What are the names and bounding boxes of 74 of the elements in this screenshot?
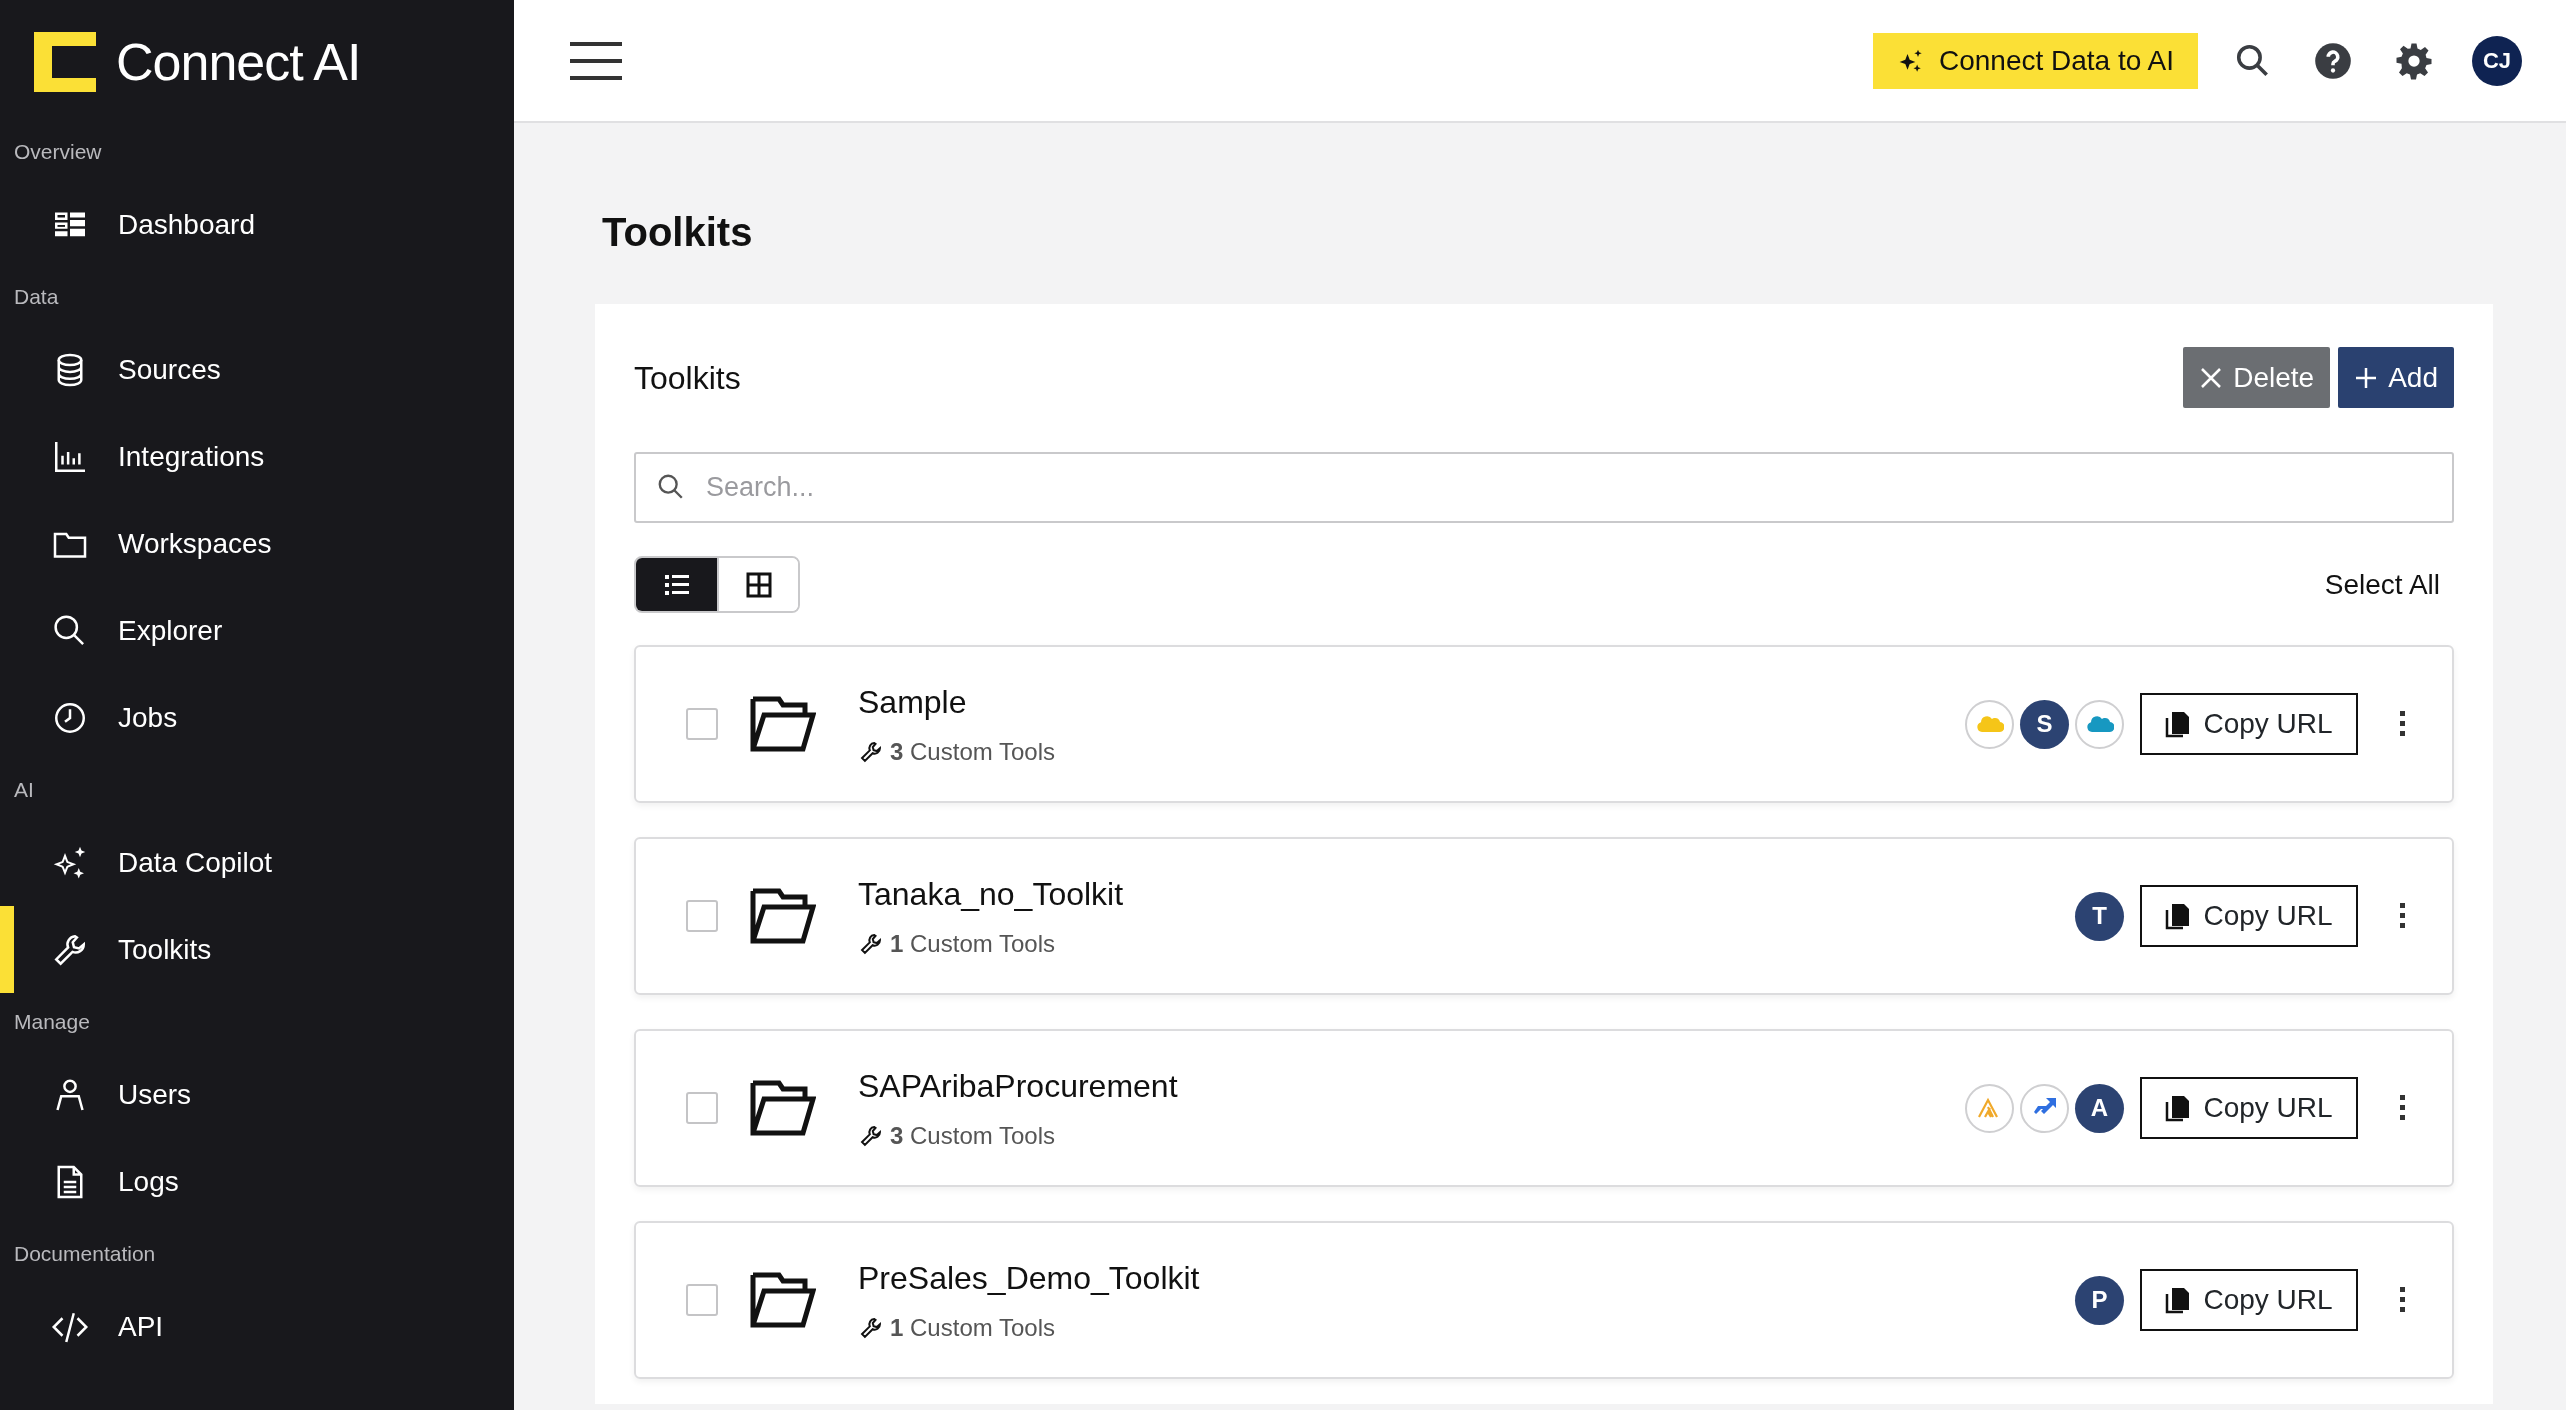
toolkit-name: Tanaka_no_Toolkit xyxy=(858,875,1124,914)
more-icon xyxy=(2399,1093,2407,1123)
section-label: Documentation xyxy=(13,1241,157,1267)
source-avatar: S xyxy=(2020,699,2069,749)
sidebar-item[interactable]: Jobs xyxy=(0,674,514,761)
toolkit-name: PreSales_Demo_Toolkit xyxy=(858,1259,1200,1298)
copy-icon xyxy=(2165,710,2192,738)
source-avatar: P xyxy=(2075,1275,2124,1325)
copy-icon xyxy=(2165,902,2192,930)
section-label: Data xyxy=(13,284,60,310)
connect-data-button[interactable]: Connect Data to AI xyxy=(1872,32,2198,89)
sidebar-item[interactable]: Integrations xyxy=(0,413,514,500)
help-icon xyxy=(2314,41,2352,80)
help-button[interactable] xyxy=(2314,41,2352,80)
copy-url-button[interactable]: Copy URL xyxy=(2140,693,2358,755)
folder-icon xyxy=(750,1080,816,1136)
sidebar-item[interactable]: Dashboard xyxy=(0,181,514,268)
sidebar-item[interactable]: API xyxy=(0,1283,514,1370)
folder-icon xyxy=(750,696,816,752)
checkbox[interactable] xyxy=(686,1092,718,1124)
page-title: Toolkits xyxy=(601,209,754,256)
brand-name: Connect AI xyxy=(116,31,361,93)
cloud-logo xyxy=(1965,699,2014,749)
copy-url-button[interactable]: Copy URL xyxy=(2140,885,2358,947)
source-avatar: A xyxy=(2075,1083,2124,1133)
panel-title: Toolkits xyxy=(634,358,741,398)
wrench-icon xyxy=(858,1315,884,1341)
toolkit-name: SAPAribaProcurement xyxy=(858,1067,1178,1106)
copy-icon xyxy=(2165,1094,2192,1122)
menu-icon xyxy=(570,40,622,81)
sidebar-item[interactable]: Sources xyxy=(0,326,514,413)
cloud-logo xyxy=(2075,699,2124,749)
more-icon xyxy=(2399,901,2407,931)
user-avatar[interactable]: CJ xyxy=(2472,35,2522,86)
checkbox[interactable] xyxy=(686,1284,718,1316)
source-avatar: T xyxy=(2075,891,2124,941)
chevrons-logo xyxy=(1965,1083,2014,1133)
view-toggle[interactable] xyxy=(636,558,717,611)
tool-count: 1 Custom Tools xyxy=(890,1313,1055,1343)
folder-icon xyxy=(750,888,816,944)
more-icon xyxy=(2399,1285,2407,1315)
wrench-icon xyxy=(858,739,884,765)
wrench-icon xyxy=(858,931,884,957)
sidebar-item[interactable]: Data Copilot xyxy=(0,819,514,906)
copy-url-button[interactable]: Copy URL xyxy=(2140,1269,2358,1331)
toolkit-name: Sample xyxy=(858,683,968,722)
sidebar-item[interactable]: Logs xyxy=(0,1138,514,1225)
copy-url-button[interactable]: Copy URL xyxy=(2140,1077,2358,1139)
grid-icon xyxy=(745,571,772,598)
section-label: AI xyxy=(13,777,35,803)
add-button[interactable]: Add xyxy=(2338,347,2454,408)
plus-icon xyxy=(2354,365,2379,390)
tool-count: 3 Custom Tools xyxy=(890,1121,1055,1151)
tool-count: 1 Custom Tools xyxy=(890,929,1055,959)
wrench-icon xyxy=(858,1123,884,1149)
sidebar-item[interactable]: Explorer xyxy=(0,587,514,674)
delete-button[interactable]: Delete xyxy=(2183,347,2331,408)
checkbox[interactable] xyxy=(686,900,718,932)
section-label: Manage xyxy=(13,1009,91,1035)
select-all-link[interactable]: Select All xyxy=(2324,563,2440,606)
sidebar-item[interactable]: Users xyxy=(0,1051,514,1138)
arrows-logo xyxy=(2020,1083,2069,1133)
search-field[interactable]: Search... xyxy=(634,452,2454,523)
tool-count: 3 Custom Tools xyxy=(890,737,1055,767)
copy-icon xyxy=(2165,1286,2192,1314)
close-icon xyxy=(2199,365,2224,390)
sidebar-item[interactable]: Workspaces xyxy=(0,500,514,587)
view-toggle[interactable] xyxy=(717,558,798,611)
menu-button[interactable] xyxy=(570,40,622,81)
section-label: Overview xyxy=(13,139,103,165)
checkbox[interactable] xyxy=(686,708,718,740)
logo-icon xyxy=(34,31,96,92)
folder-icon xyxy=(750,1272,816,1328)
more-icon xyxy=(2399,709,2407,739)
